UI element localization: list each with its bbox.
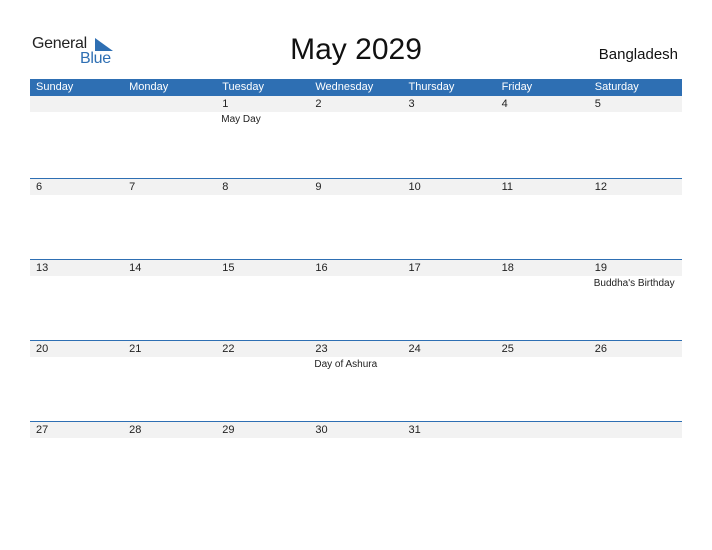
week-days: 13 14 15 16 17 18 19 Buddha's Birthday <box>30 259 682 340</box>
day-cell: 12 <box>589 178 682 259</box>
day-cell <box>589 421 682 502</box>
week-days: 27 28 29 30 31 <box>30 421 682 502</box>
day-cell: 28 <box>123 421 216 502</box>
week-row: 27 28 29 30 31 <box>30 421 682 502</box>
weekday-sunday: Sunday <box>36 81 74 93</box>
day-cell: 15 <box>216 259 309 340</box>
day-cell: 29 <box>216 421 309 502</box>
week-days: 20 21 22 23 Day of Ashura 24 25 26 <box>30 340 682 421</box>
weekday-monday: Monday <box>129 81 169 93</box>
day-cell: 19 Buddha's Birthday <box>589 259 682 340</box>
day-number: 23 <box>315 343 328 355</box>
weekday-saturday: Saturday <box>594 81 639 93</box>
week-days: 6 7 8 9 10 11 12 <box>30 178 682 259</box>
day-cell: 17 <box>403 259 496 340</box>
day-number: 4 <box>501 98 508 110</box>
week-days: 1 May Day 2 3 4 5 <box>30 96 682 178</box>
day-number: 26 <box>594 343 607 355</box>
day-number: 19 <box>594 262 607 274</box>
day-cell: 22 <box>216 340 309 421</box>
day-number: 29 <box>222 424 235 436</box>
day-cell: 5 <box>589 96 682 178</box>
week-row: 20 21 22 23 Day of Ashura 24 25 26 <box>30 340 682 421</box>
day-cell: 4 <box>496 96 589 178</box>
day-number: 25 <box>501 343 514 355</box>
day-cell: 10 <box>403 178 496 259</box>
day-cell: 16 <box>309 259 402 340</box>
day-number: 10 <box>408 181 421 193</box>
day-cell: 6 <box>30 178 123 259</box>
day-number: 24 <box>408 343 421 355</box>
day-number: 18 <box>501 262 514 274</box>
week-row: 1 May Day 2 3 4 5 <box>30 96 682 178</box>
day-number: 1 <box>222 98 229 110</box>
day-cell <box>123 96 216 178</box>
day-number: 2 <box>315 98 322 110</box>
day-cell: 23 Day of Ashura <box>309 340 402 421</box>
day-cell: 24 <box>403 340 496 421</box>
day-cell: 20 <box>30 340 123 421</box>
day-number: 5 <box>594 98 601 110</box>
day-cell <box>496 421 589 502</box>
day-cell: 26 <box>589 340 682 421</box>
weekday-header: Sunday Monday Tuesday Wednesday Thursday… <box>30 79 682 96</box>
day-cell: 25 <box>496 340 589 421</box>
day-cell: 30 <box>309 421 402 502</box>
day-number: 14 <box>129 262 142 274</box>
day-number: 17 <box>408 262 421 274</box>
day-cell <box>30 96 123 178</box>
day-number: 30 <box>315 424 328 436</box>
weekday-wednesday: Wednesday <box>315 81 374 93</box>
day-number: 20 <box>36 343 49 355</box>
weeks-container: 1 May Day 2 3 4 5 6 7 8 9 10 11 12 13 14 15 16 17 18 19 Budd… <box>30 96 682 502</box>
day-number: 11 <box>501 181 514 193</box>
day-number: 28 <box>129 424 142 436</box>
day-number: 27 <box>36 424 49 436</box>
week-row: 6 7 8 9 10 11 12 <box>30 178 682 259</box>
day-cell: 14 <box>123 259 216 340</box>
calendar-grid: Sunday Monday Tuesday Wednesday Thursday… <box>30 79 682 502</box>
day-number: 15 <box>222 262 235 274</box>
day-cell: 11 <box>496 178 589 259</box>
day-number: 21 <box>129 343 142 355</box>
day-cell: 27 <box>30 421 123 502</box>
day-number: 8 <box>222 181 229 193</box>
day-number: 16 <box>315 262 328 274</box>
day-cell: 31 <box>403 421 496 502</box>
weekday-tuesday: Tuesday <box>222 81 265 93</box>
day-number: 31 <box>408 424 421 436</box>
day-number: 22 <box>222 343 235 355</box>
weekday-thursday: Thursday <box>408 81 455 93</box>
day-cell: 3 <box>403 96 496 178</box>
holiday-label: May Day <box>221 114 261 125</box>
day-cell: 8 <box>216 178 309 259</box>
day-number: 12 <box>594 181 607 193</box>
day-cell: 18 <box>496 259 589 340</box>
weekday-friday: Friday <box>501 81 533 93</box>
day-cell: 2 <box>309 96 402 178</box>
holiday-label: Buddha's Birthday <box>593 278 675 289</box>
day-cell: 7 <box>123 178 216 259</box>
day-number: 13 <box>36 262 49 274</box>
day-cell: 1 May Day <box>216 96 309 178</box>
day-cell: 21 <box>123 340 216 421</box>
day-number: 7 <box>129 181 136 193</box>
week-row: 13 14 15 16 17 18 19 Buddha's Birthday <box>30 259 682 340</box>
day-cell: 9 <box>309 178 402 259</box>
day-number: 6 <box>36 181 43 193</box>
day-number: 3 <box>408 98 415 110</box>
day-number: 9 <box>315 181 322 193</box>
day-cell: 13 <box>30 259 123 340</box>
country-label: Bangladesh <box>598 46 678 63</box>
holiday-label: Day of Ashura <box>314 359 378 370</box>
